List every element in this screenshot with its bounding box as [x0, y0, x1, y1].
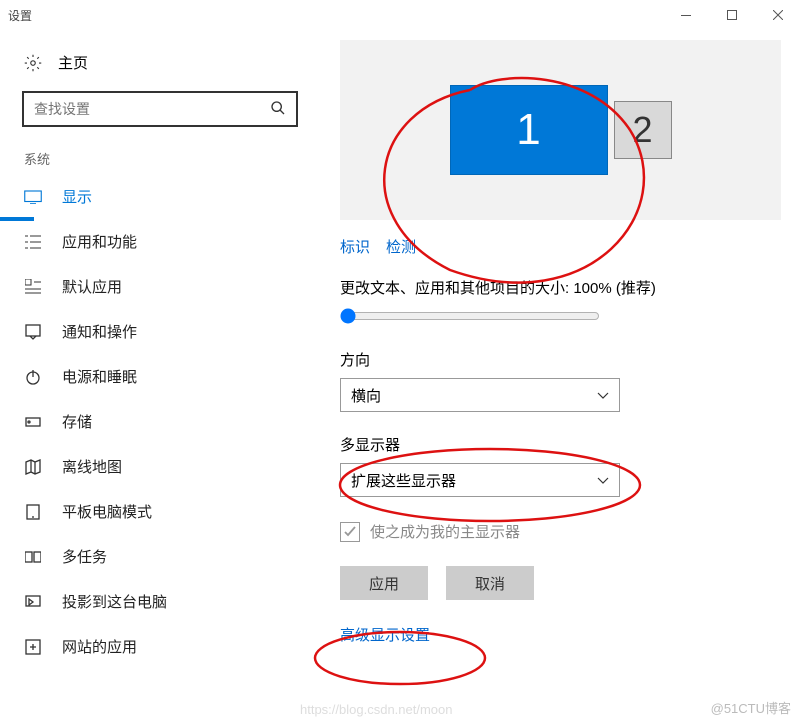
primary-display-checkbox: [340, 522, 360, 542]
close-button[interactable]: [755, 0, 801, 30]
sidebar-item-apps[interactable]: 应用和功能: [0, 219, 320, 264]
orientation-select[interactable]: 横向: [340, 378, 620, 412]
sidebar-item-display[interactable]: 显示: [0, 174, 320, 219]
sidebar-item-label: 默认应用: [62, 276, 122, 297]
cancel-button[interactable]: 取消: [446, 566, 534, 600]
multi-display-select[interactable]: 扩展这些显示器: [340, 463, 620, 497]
scale-label: 更改文本、应用和其他项目的大小: 100% (推荐): [340, 277, 781, 298]
minimize-button[interactable]: [663, 0, 709, 30]
primary-display-label: 使之成为我的主显示器: [370, 521, 520, 542]
identify-link[interactable]: 标识: [340, 236, 370, 257]
sidebar-item-default-apps[interactable]: 默认应用: [0, 264, 320, 309]
storage-icon: [24, 414, 42, 430]
category-label: 系统: [0, 145, 320, 174]
display-arrangement[interactable]: 1 2: [340, 40, 781, 220]
monitor-1[interactable]: 1: [450, 85, 608, 175]
search-input[interactable]: [34, 101, 248, 117]
window-title: 设置: [8, 7, 32, 24]
sidebar-item-label: 存储: [62, 411, 92, 432]
chevron-down-icon: [597, 387, 609, 404]
sidebar-item-label: 应用和功能: [62, 231, 137, 252]
sidebar-item-label: 通知和操作: [62, 321, 137, 342]
sidebar-item-tablet[interactable]: 平板电脑模式: [0, 489, 320, 534]
tablet-icon: [24, 504, 42, 520]
orientation-value: 横向: [351, 385, 381, 406]
scale-slider[interactable]: [340, 308, 600, 324]
sidebar-item-label: 多任务: [62, 546, 107, 567]
list-icon: [24, 234, 42, 250]
sidebar-item-label: 网站的应用: [62, 636, 137, 657]
sidebar-item-storage[interactable]: 存储: [0, 399, 320, 444]
sidebar-item-maps[interactable]: 离线地图: [0, 444, 320, 489]
sidebar-item-label: 显示: [62, 186, 92, 207]
defaults-icon: [24, 279, 42, 295]
apply-button[interactable]: 应用: [340, 566, 428, 600]
multitask-icon: [24, 549, 42, 565]
chevron-down-icon: [597, 472, 609, 489]
multi-display-value: 扩展这些显示器: [351, 470, 456, 491]
sidebar-item-project[interactable]: 投影到这台电脑: [0, 579, 320, 624]
detect-link[interactable]: 检测: [386, 236, 416, 257]
multi-display-label: 多显示器: [340, 434, 781, 455]
project-icon: [24, 594, 42, 610]
webapp-icon: [24, 639, 42, 655]
gear-icon: [24, 54, 42, 72]
sidebar-item-label: 电源和睡眠: [62, 366, 137, 387]
sidebar-item-multitask[interactable]: 多任务: [0, 534, 320, 579]
sidebar-item-label: 平板电脑模式: [62, 501, 152, 522]
advanced-display-link[interactable]: 高级显示设置: [340, 624, 781, 645]
maximize-button[interactable]: [709, 0, 755, 30]
sidebar-item-label: 离线地图: [62, 456, 122, 477]
home-link[interactable]: 主页: [0, 42, 320, 91]
watermark: @51CTU博客: [711, 698, 791, 717]
notification-icon: [24, 324, 42, 340]
map-icon: [24, 459, 42, 475]
sidebar-item-notifications[interactable]: 通知和操作: [0, 309, 320, 354]
sidebar-item-label: 投影到这台电脑: [62, 591, 167, 612]
sidebar-item-power[interactable]: 电源和睡眠: [0, 354, 320, 399]
monitor-icon: [24, 190, 42, 204]
watermark-url: https://blog.csdn.net/moon: [300, 702, 452, 717]
power-icon: [24, 369, 42, 385]
orientation-label: 方向: [340, 349, 781, 370]
search-box[interactable]: [22, 91, 298, 127]
search-icon: [270, 100, 286, 119]
home-label: 主页: [58, 52, 88, 73]
sidebar-item-web-apps[interactable]: 网站的应用: [0, 624, 320, 669]
monitor-2[interactable]: 2: [614, 101, 672, 159]
